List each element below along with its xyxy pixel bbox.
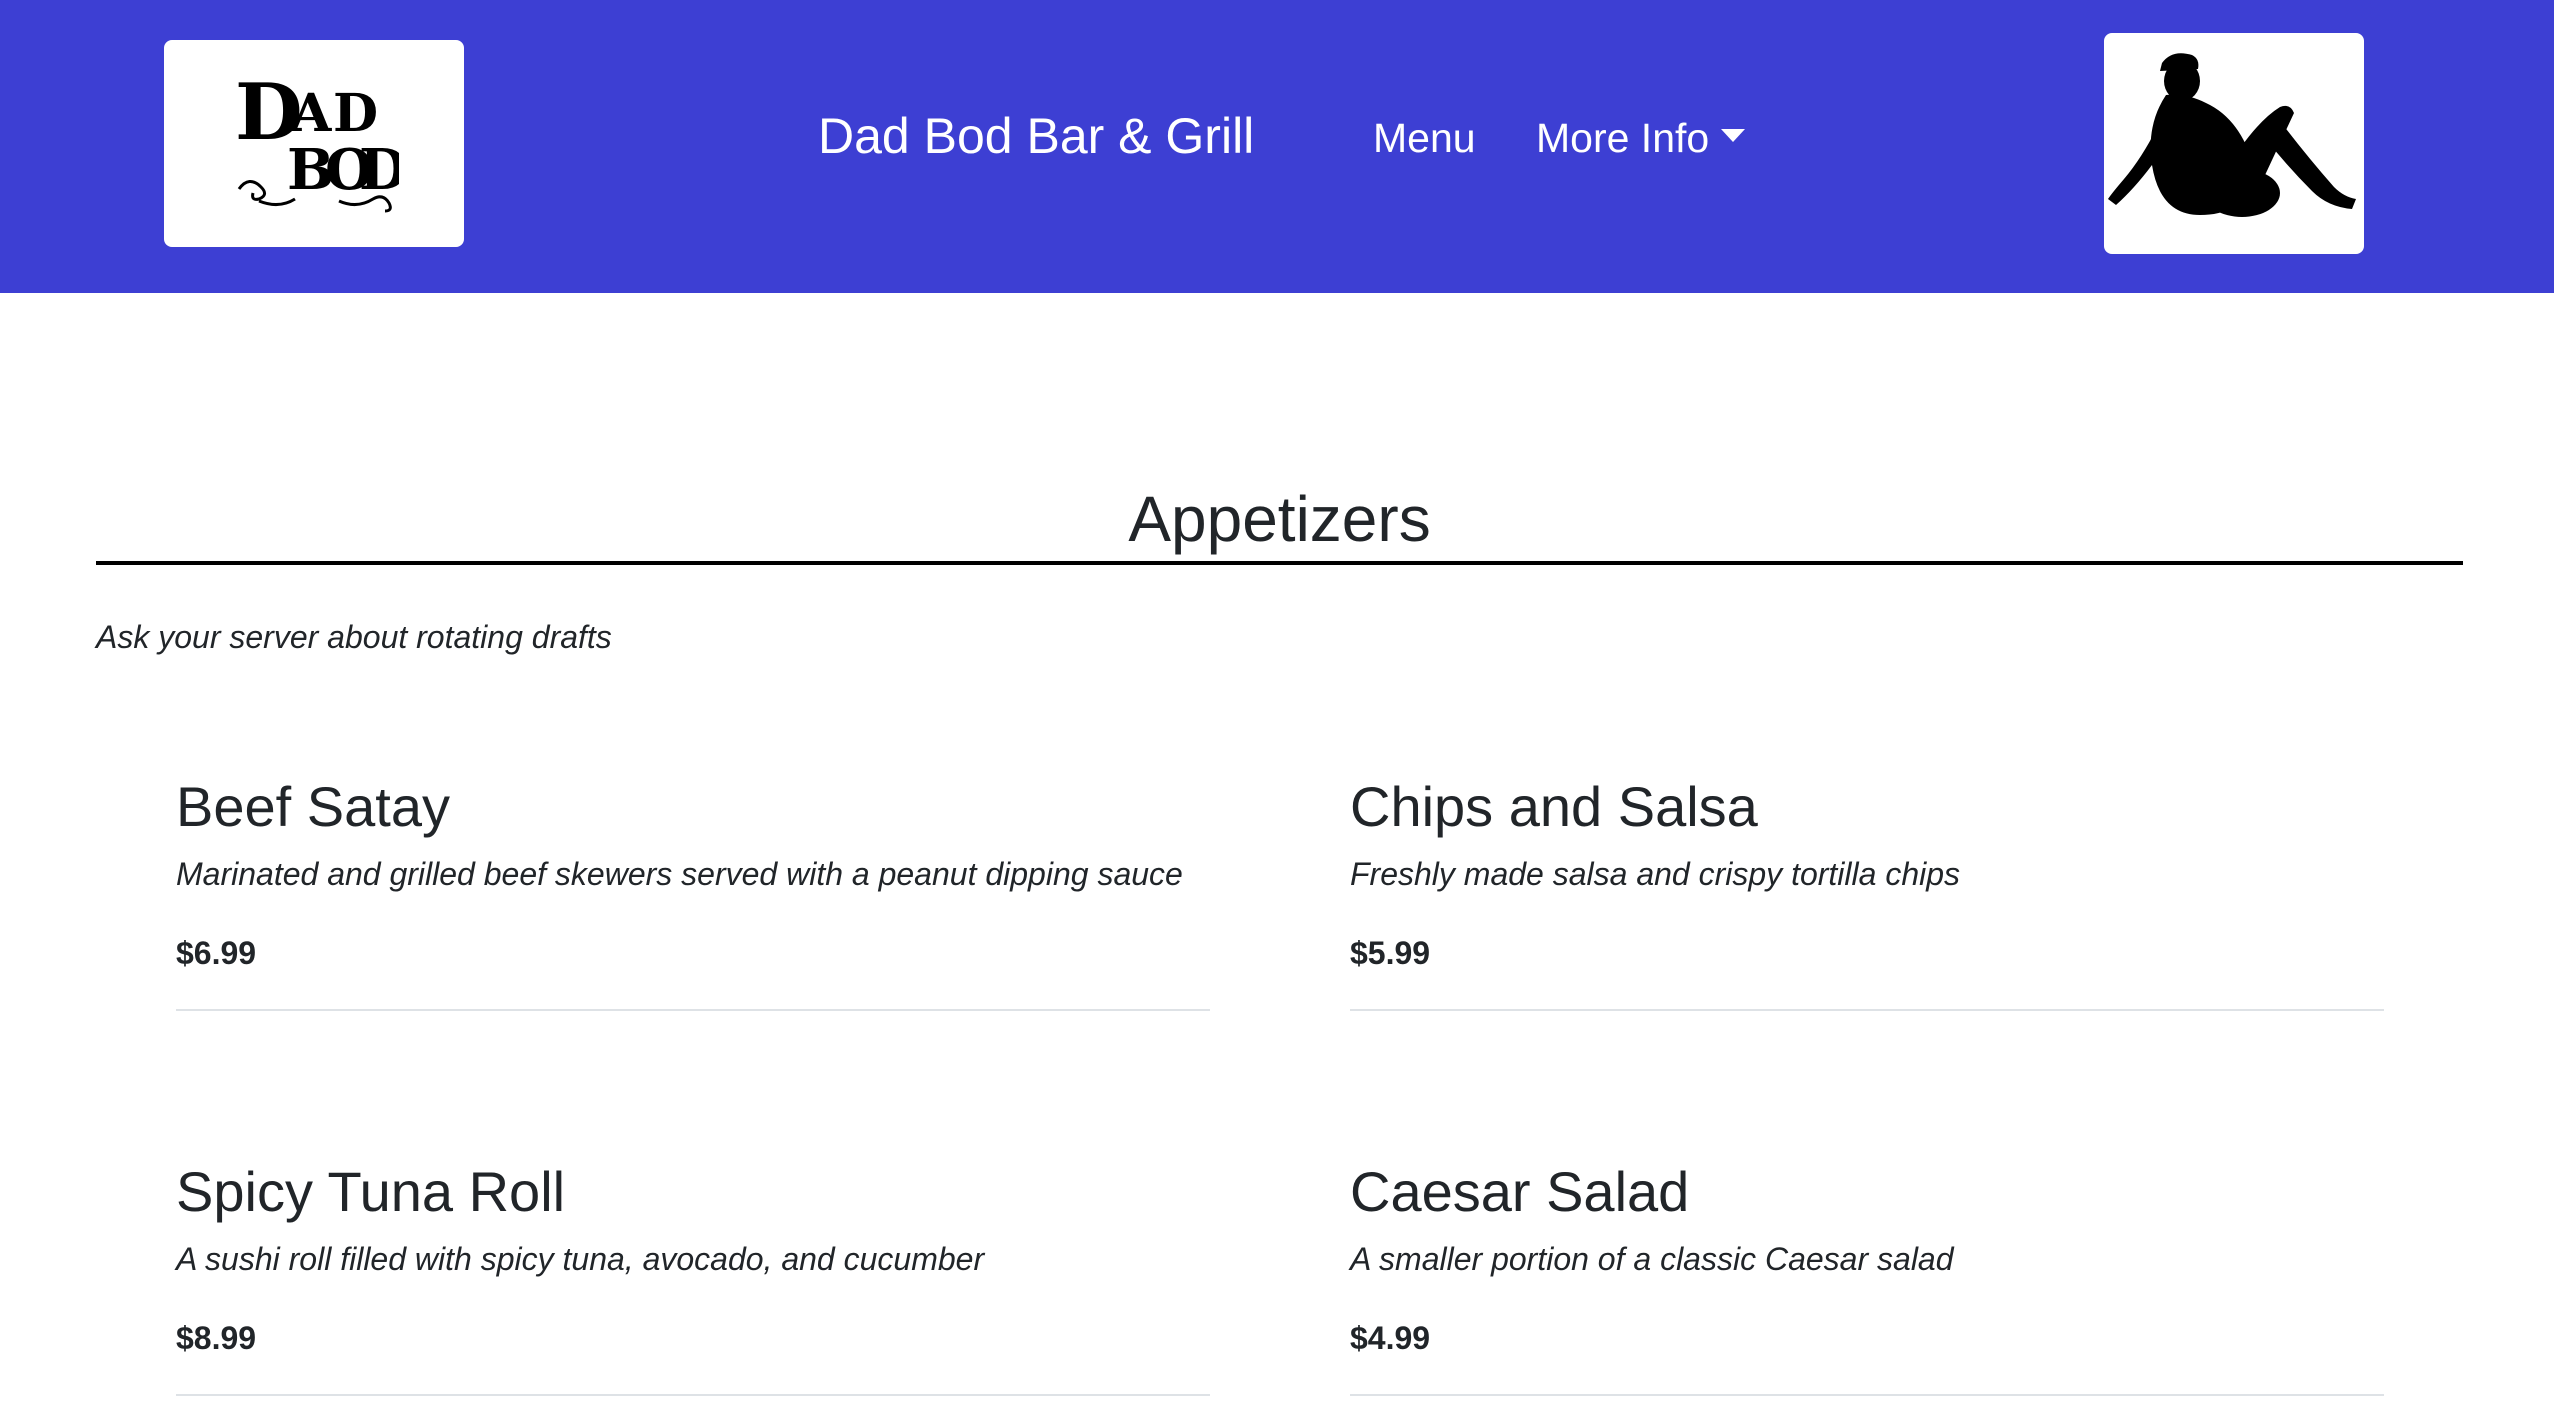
menu-item-divider	[176, 1394, 1210, 1397]
menu-item: Beef Satay Marinated and grilled beef sk…	[176, 775, 1210, 1012]
menu-item-divider	[176, 1009, 1210, 1012]
menu-item-description: A smaller portion of a classic Caesar sa…	[1350, 1241, 1954, 1278]
svg-text:D: D	[333, 83, 378, 144]
nav-more-info-dropdown[interactable]: More Info	[1536, 115, 1746, 162]
menu-item-price: $6.99	[176, 934, 257, 971]
dad-bod-logo-icon: D A D B O D	[235, 69, 399, 212]
section-divider	[96, 561, 2463, 565]
menu-item-description: A sushi roll filled with spicy tuna, avo…	[176, 1241, 985, 1278]
menu-item-price: $4.99	[1350, 1319, 1431, 1356]
svg-text:A: A	[290, 83, 332, 144]
nav-more-info-label: More Info	[1536, 115, 1710, 161]
menu-item-name: Spicy Tuna Roll	[176, 1160, 566, 1223]
menu-item-description: Freshly made salsa and crispy tortilla c…	[1350, 856, 1961, 893]
svg-text:D: D	[359, 137, 399, 203]
nav-menu-link[interactable]: Menu	[1373, 115, 1476, 162]
dad-silhouette-icon	[2108, 53, 2356, 217]
menu-item-price: $5.99	[1350, 934, 1431, 971]
menu-item-divider	[1350, 1394, 2384, 1397]
menu-item-name: Chips and Salsa	[1350, 775, 1758, 838]
section-note: Ask your server about rotating drafts	[96, 619, 612, 655]
menu-item-name: Beef Satay	[176, 775, 450, 838]
mascot-image	[2104, 33, 2364, 254]
menu-item: Caesar Salad A smaller portion of a clas…	[1350, 1160, 2384, 1397]
menu-item-name: Caesar Salad	[1350, 1160, 1690, 1223]
menu-item-description: Marinated and grilled beef skewers serve…	[176, 856, 1183, 893]
brand-title[interactable]: Dad Bod Bar & Grill	[818, 108, 1254, 166]
section-title: Appetizers	[1128, 483, 1431, 555]
caret-down-icon	[1721, 129, 1746, 143]
menu-item: Chips and Salsa Freshly made salsa and c…	[1350, 775, 2384, 1012]
navbar: D A D B O D Dad Bod Bar & Grill Menu Mor…	[0, 0, 2554, 293]
menu-item: Spicy Tuna Roll A sushi roll filled with…	[176, 1160, 1210, 1397]
menu-item-divider	[1350, 1009, 2384, 1012]
logo[interactable]: D A D B O D	[164, 40, 464, 247]
menu-item-price: $8.99	[176, 1319, 257, 1356]
